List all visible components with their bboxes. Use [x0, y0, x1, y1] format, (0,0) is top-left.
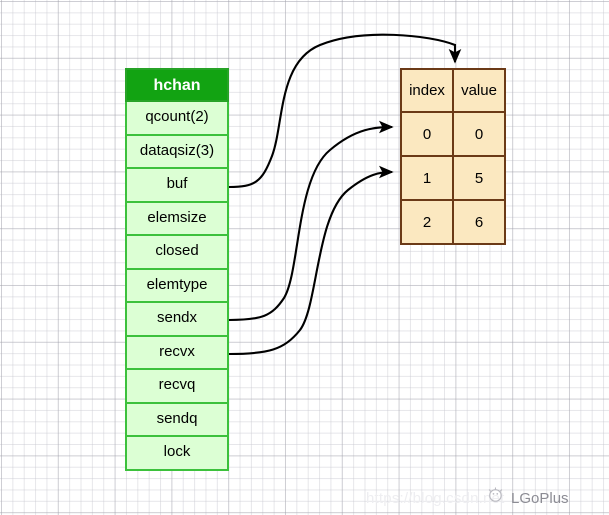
hchan-table-header: hchan	[125, 68, 229, 102]
struct-field-qcount: qcount(2)	[125, 102, 229, 136]
buffer-cell-value-0: 0	[452, 111, 506, 157]
connector-sendx-to-row0	[228, 120, 394, 322]
struct-field-elemtype: elemtype	[125, 269, 229, 303]
struct-field-recvx: recvx	[125, 336, 229, 370]
struct-field-closed: closed	[125, 236, 229, 270]
struct-field-sendq: sendq	[125, 403, 229, 437]
buffer-cell-index-0: 0	[400, 111, 454, 157]
buffer-column-header-index: index	[400, 68, 454, 113]
author-badge-label: LGoPlus	[511, 490, 569, 507]
csdn-watermark-url: https://blog.csdn.net	[366, 490, 505, 507]
hchan-struct-table: hchan qcount(2) dataqsiz(3) buf elemsize…	[125, 68, 229, 471]
buffer-cell-value-2: 6	[452, 199, 506, 245]
author-badge: LGoPlus	[487, 487, 569, 510]
struct-field-recvq: recvq	[125, 370, 229, 404]
connector-arrows	[228, 33, 462, 356]
struct-field-dataqsiz: dataqsiz(3)	[125, 135, 229, 169]
buffer-table-header-row: index value	[400, 68, 506, 113]
buffer-cell-value-1: 5	[452, 155, 506, 201]
buffer-column-header-value: value	[452, 68, 506, 113]
struct-field-buf: buf	[125, 169, 229, 203]
wechat-icon	[487, 487, 505, 510]
struct-field-sendx: sendx	[125, 303, 229, 337]
connector-recvx-to-row1	[228, 165, 394, 356]
diagram-canvas: hchan qcount(2) dataqsiz(3) buf elemsize…	[0, 0, 609, 515]
buffer-table-row: 0 0	[400, 111, 506, 157]
buffer-table-row: 2 6	[400, 199, 506, 245]
buffer-cell-index-1: 1	[400, 155, 454, 201]
struct-field-elemsize: elemsize	[125, 202, 229, 236]
struct-field-lock: lock	[125, 437, 229, 471]
buffer-table-row: 1 5	[400, 155, 506, 201]
buffer-cell-index-2: 2	[400, 199, 454, 245]
buffer-table: index value 0 0 1 5 2 6	[400, 68, 506, 245]
